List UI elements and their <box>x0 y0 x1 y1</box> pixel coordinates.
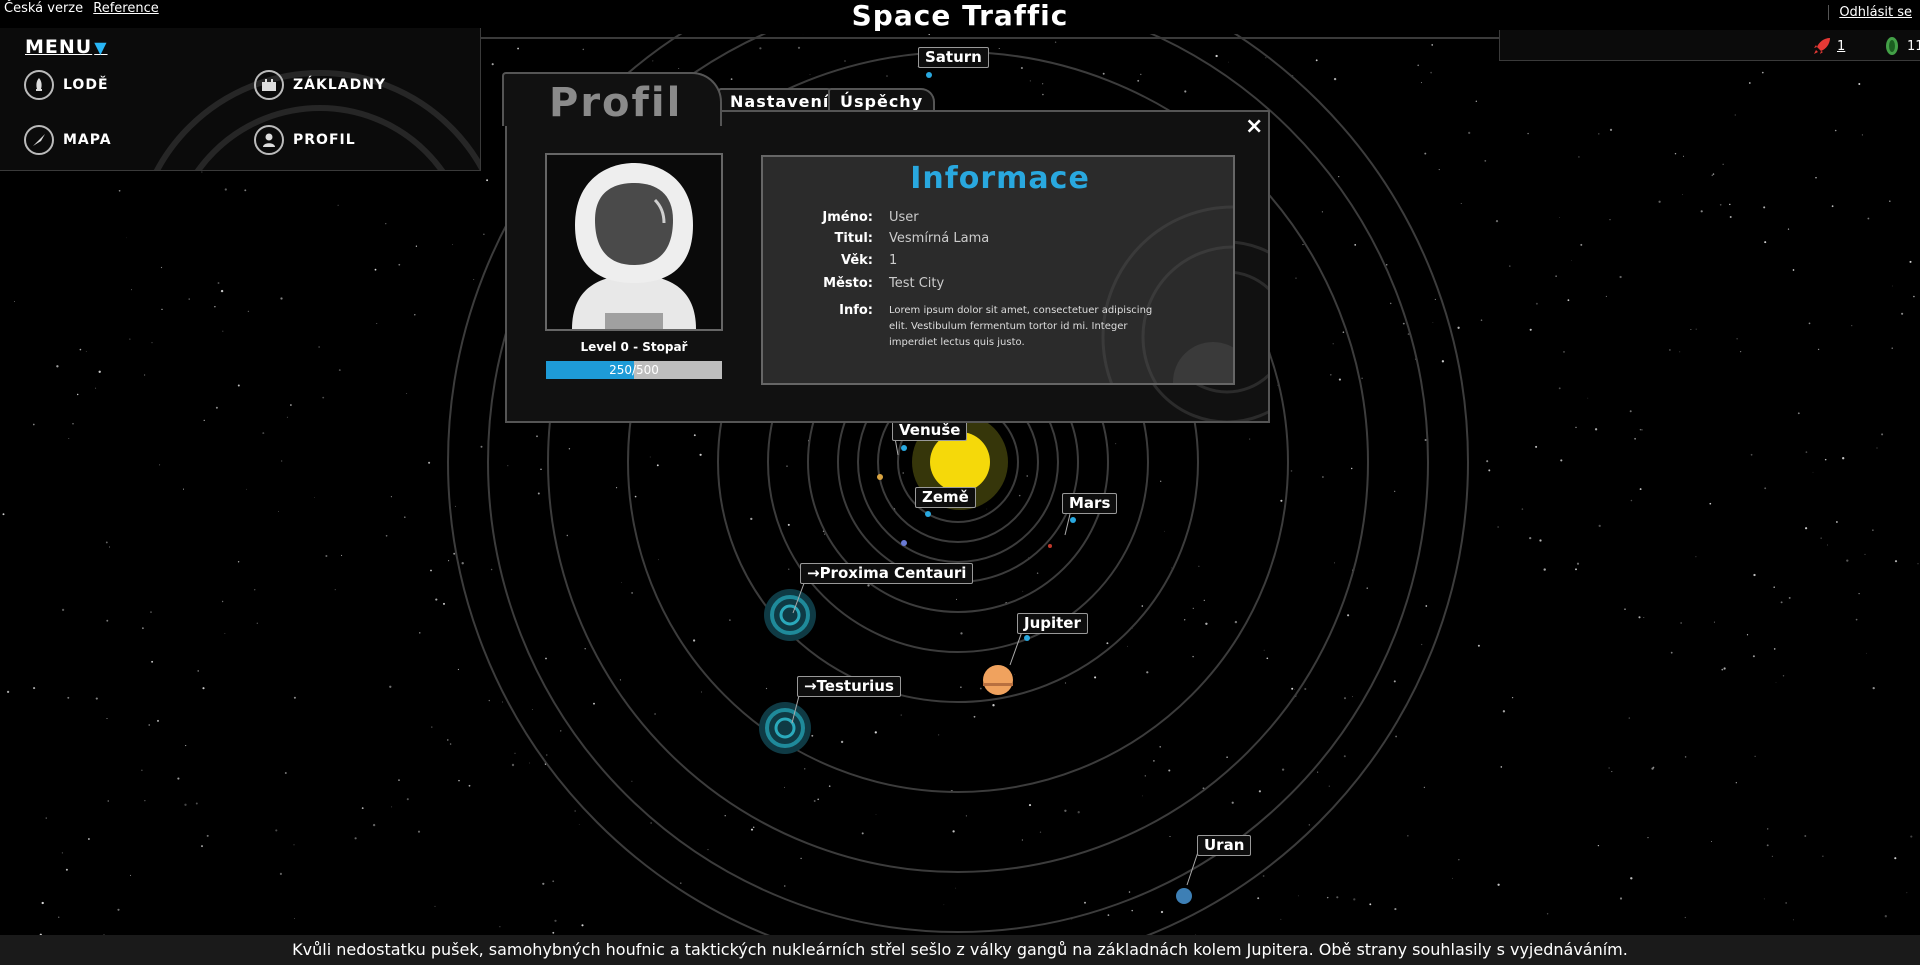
logout-link[interactable]: Odhlásit se <box>1828 5 1912 20</box>
menu-title: MENU <box>25 36 93 58</box>
credits-icon <box>1886 37 1898 55</box>
menu-item-label: MAPA <box>63 132 112 148</box>
close-icon[interactable]: × <box>1245 114 1263 139</box>
tab-profil[interactable]: Profil <box>502 72 722 126</box>
planet-label-proxima[interactable]: →Proxima Centauri <box>800 563 974 584</box>
jupiter-band <box>983 683 1013 686</box>
planet-label-zeme[interactable]: Země <box>915 487 976 508</box>
map-frame-top <box>480 37 1515 39</box>
info-key: Město: <box>823 276 873 291</box>
ship-count-value: 1 <box>1837 38 1846 54</box>
mars-planet[interactable] <box>1048 544 1052 548</box>
info-value: User <box>889 210 919 225</box>
xp-bar: 250/500 <box>546 361 722 379</box>
menu-item-label: PROFIL <box>293 132 356 148</box>
planet-label-mars[interactable]: Mars <box>1062 493 1118 514</box>
menu-item-mapa[interactable]: MAPA <box>24 125 112 155</box>
credits-value: 119850000 <box>1907 38 1920 54</box>
main-menu: MENU ▼ LODĚ ZÁKLADNY MAPA PROFIL <box>0 28 481 171</box>
menu-item-lode[interactable]: LODĚ <box>24 70 109 100</box>
planet-label-testurius[interactable]: →Testurius <box>797 676 901 697</box>
avatar <box>545 153 723 331</box>
info-value: Vesmírná Lama <box>889 231 990 246</box>
uran-planet[interactable] <box>1176 888 1192 904</box>
menu-toggle[interactable]: MENU ▼ <box>25 36 108 58</box>
user-icon <box>254 125 284 155</box>
info-row-title: Titul: Vesmírná Lama <box>763 231 1233 251</box>
ship-count[interactable]: 1 <box>1812 36 1845 56</box>
info-key: Titul: <box>834 231 873 246</box>
menu-item-label: ZÁKLADNY <box>293 77 387 93</box>
planet-label-uran[interactable]: Uran <box>1197 835 1252 856</box>
rocket-icon <box>1814 38 1830 54</box>
proxima-galaxy[interactable] <box>764 589 816 641</box>
rocket-icon <box>24 70 54 100</box>
level-text: Level 0 - Stopař <box>580 340 688 354</box>
info-value: 1 <box>889 253 898 268</box>
menu-item-zakladny[interactable]: ZÁKLADNY <box>254 70 386 100</box>
testurius-galaxy[interactable] <box>759 702 811 754</box>
jupiter-planet[interactable] <box>983 665 1013 695</box>
info-key: Info: <box>839 303 873 318</box>
planet-label-saturn[interactable]: Saturn <box>918 47 989 68</box>
tab-profil-label: Profil <box>549 80 683 126</box>
info-row-name: Jméno: User <box>763 210 1233 230</box>
base-icon <box>254 70 284 100</box>
menu-item-profil[interactable]: PROFIL <box>254 125 356 155</box>
info-value: Test City <box>889 276 945 291</box>
chevron-down-icon: ▼ <box>94 38 108 57</box>
info-title: Informace <box>910 161 1090 196</box>
venuse-planet[interactable] <box>877 474 883 480</box>
compass-icon <box>24 125 54 155</box>
info-row-city: Město: Test City <box>763 276 1233 296</box>
menu-item-label: LODĚ <box>63 77 109 93</box>
planet-label-jupiter[interactable]: Jupiter <box>1017 613 1088 634</box>
sun[interactable] <box>930 432 990 492</box>
planet-label-venuse[interactable]: Venuše <box>892 420 968 441</box>
xp-text: 250/500 <box>609 363 659 377</box>
news-ticker: Kvůli nedostatku pušek, samohybných houf… <box>0 935 1920 965</box>
info-row-age: Věk: 1 <box>763 253 1233 273</box>
zeme-planet[interactable] <box>901 540 907 546</box>
credits: 119850000 <box>1885 36 1920 56</box>
info-text: Lorem ipsum dolor sit amet, consectetuer… <box>889 305 1153 348</box>
info-key: Věk: <box>840 253 873 268</box>
player-stats: 1 119850000 <box>1499 30 1920 61</box>
info-key: Jméno: <box>822 210 873 225</box>
info-panel: Informace Jméno: User Titul: Vesmírná La… <box>761 155 1235 385</box>
astronaut-icon <box>572 163 696 329</box>
